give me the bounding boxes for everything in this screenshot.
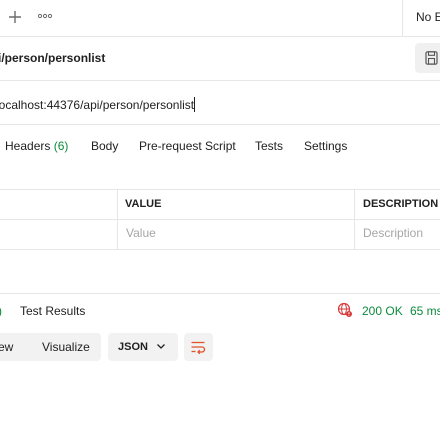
tab-bar: No E (0, 0, 440, 36)
tab-pre-request-script[interactable]: Pre-request Script (139, 139, 236, 153)
tab-tests[interactable]: Tests (255, 139, 283, 153)
view-preview[interactable]: ew (0, 340, 13, 354)
headers-count: (6) (53, 139, 69, 153)
table-border (0, 189, 440, 190)
table-border (0, 219, 440, 220)
more-icon[interactable] (37, 9, 53, 23)
column-header-description: DESCRIPTION (363, 198, 439, 210)
column-header-value: VALUE (125, 198, 162, 210)
text-caret (194, 97, 195, 112)
tab-headers[interactable]: Headers (6) (5, 139, 68, 153)
description-input[interactable]: Description (363, 226, 423, 240)
tab-settings[interactable]: Settings (304, 139, 347, 153)
plus-icon[interactable] (6, 8, 24, 26)
tab-body[interactable]: Body (91, 139, 118, 153)
format-select-label: JSON (118, 341, 148, 353)
response-tab-fragment[interactable]: ) (0, 304, 2, 318)
response-status: 200 OK (362, 304, 403, 318)
environment-selector[interactable]: No E (416, 10, 440, 24)
env-divider (402, 0, 403, 36)
globe-icon[interactable] (337, 302, 353, 318)
tab-headers-label: Headers (5, 139, 51, 153)
response-time: 65 ms (410, 304, 440, 318)
value-input[interactable]: Value (126, 226, 156, 240)
tab-test-results[interactable]: Test Results (20, 304, 85, 318)
request-title[interactable]: i/person/personlist (0, 51, 105, 65)
divider (0, 80, 440, 81)
wrap-lines-icon (191, 341, 206, 355)
url-input[interactable] (0, 91, 440, 119)
chevron-down-icon (157, 344, 165, 349)
save-button[interactable] (415, 43, 440, 73)
wrap-lines-button[interactable] (184, 333, 213, 361)
table-border (0, 249, 440, 250)
save-icon (425, 51, 438, 65)
divider (0, 36, 440, 37)
divider (0, 124, 440, 125)
divider (0, 293, 440, 294)
view-visualize[interactable]: Visualize (42, 340, 90, 354)
